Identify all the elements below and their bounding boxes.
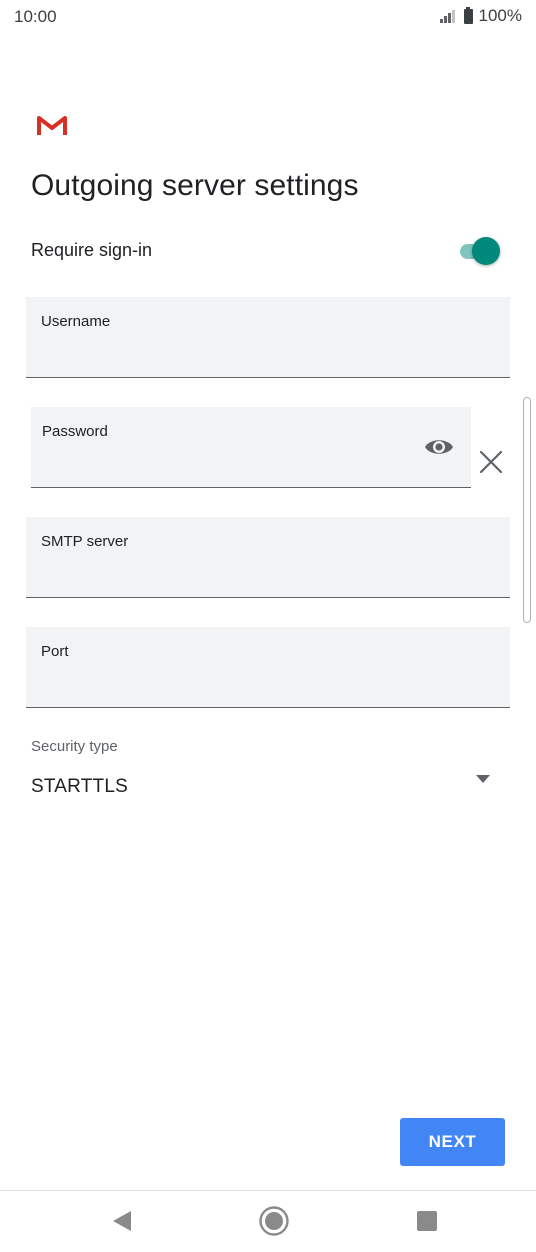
- signal-icon: [439, 9, 458, 23]
- gmail-logo-icon: [37, 116, 67, 135]
- battery-percent: 100%: [478, 6, 522, 25]
- next-button[interactable]: NEXT: [400, 1118, 505, 1166]
- battery-icon: [463, 6, 473, 24]
- dropdown-arrow-icon[interactable]: [476, 775, 490, 783]
- smtp-server-label: SMTP server: [41, 533, 129, 550]
- password-field[interactable]: Password: [31, 407, 471, 488]
- status-time: 10:00: [14, 7, 57, 26]
- smtp-server-field[interactable]: SMTP server: [26, 517, 510, 598]
- username-label: Username: [41, 313, 111, 330]
- recents-icon[interactable]: [417, 1211, 437, 1231]
- scrollbar[interactable]: [523, 397, 531, 623]
- home-icon[interactable]: [258, 1205, 290, 1237]
- security-type-label: Security type: [31, 738, 118, 755]
- eye-icon[interactable]: [424, 433, 454, 461]
- back-icon[interactable]: [112, 1210, 132, 1232]
- security-type-select[interactable]: STARTTLS: [31, 776, 128, 798]
- password-label: Password: [42, 423, 108, 440]
- status-icons: 100%: [439, 6, 522, 26]
- nav-divider: [0, 1190, 536, 1191]
- username-field[interactable]: Username: [26, 297, 510, 378]
- require-signin-label: Require sign-in: [31, 240, 153, 260]
- port-label: Port: [41, 643, 69, 660]
- require-signin-toggle[interactable]: [458, 236, 502, 266]
- toggle-thumb: [472, 237, 500, 265]
- page-title: Outgoing server settings: [31, 169, 359, 202]
- port-field[interactable]: Port: [26, 627, 510, 708]
- close-icon[interactable]: [478, 449, 504, 475]
